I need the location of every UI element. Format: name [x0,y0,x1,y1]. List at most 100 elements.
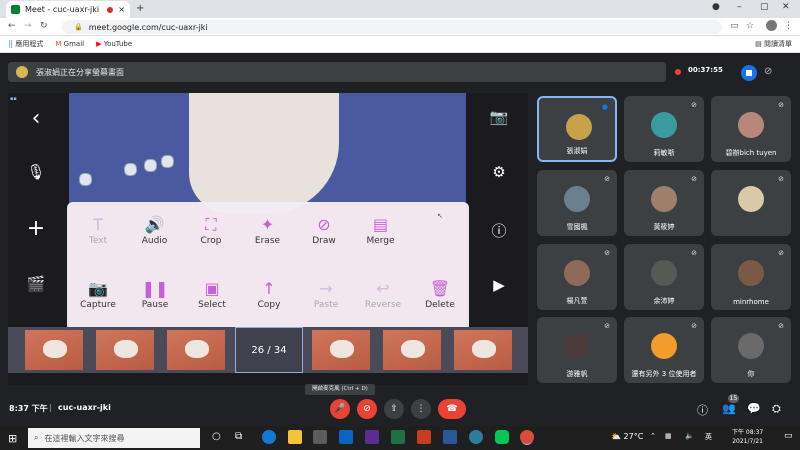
line-icon[interactable] [495,430,509,444]
bookmark-apps[interactable]: ⣿ 應用程式 [8,39,43,49]
chat-icon[interactable]: 💬 [747,402,761,415]
crystal [124,163,137,176]
meeting-clock: 8:37 下午 [9,404,48,413]
reading-list[interactable]: ▤ 閱讀清單 [755,39,792,49]
back-icon[interactable]: ← [8,21,16,31]
mic-muted-icon: ⊘ [604,249,610,257]
weather-widget[interactable]: ⛅ 27°C [611,432,643,441]
stop-presenting-button[interactable] [741,65,757,81]
activities-icon[interactable]: ⛭ [772,402,781,416]
tool-reverse-button[interactable]: ↩ Reverse [355,278,411,310]
mute-presenter-icon[interactable]: ⊘ [764,66,772,77]
new-tab-button[interactable]: + [136,3,144,14]
add-icon[interactable]: + [25,216,47,241]
present-icon: ⇧ [390,404,398,414]
bookmark-youtube[interactable]: ▶ YouTube [96,40,132,48]
participant-tile[interactable]: minrhome ⊘ [711,244,791,310]
camera-icon[interactable]: 📷 [488,108,510,126]
network-icon[interactable]: ▦ [665,432,672,440]
excel-icon[interactable] [391,430,405,444]
profile-dot-icon[interactable]: ● [712,2,720,12]
teams-icon[interactable] [469,430,483,444]
bookmark-star-icon[interactable]: ☆ [746,21,754,31]
cast-icon[interactable]: ▭ [730,21,739,31]
mail-icon[interactable] [339,430,353,444]
tool-erase-button[interactable]: ✦ Erase [240,214,296,246]
edge-icon[interactable] [262,430,276,444]
url-input[interactable]: 🔒 meet.google.com/cuc-uaxr-jki [62,20,722,34]
current-frame[interactable]: 26 / 34 [235,327,303,373]
frame-thumbnail[interactable] [383,330,441,370]
help-icon[interactable]: ⓘ [488,220,510,241]
participant-tile[interactable]: 張淑娟 ● [537,96,617,162]
powerpoint-icon[interactable] [417,430,431,444]
tool-merge-button[interactable]: ▤ Merge [353,214,409,246]
frame-thumbnail[interactable] [167,330,225,370]
volume-icon[interactable]: 🔈 [685,432,694,440]
task-view-icon[interactable]: ⧉ [235,431,242,442]
store-icon[interactable] [313,430,327,444]
menu-kebab-icon[interactable]: ⋮ [784,21,793,31]
cortana-icon[interactable]: ○ [212,431,221,442]
participant-tile[interactable]: 游雅帆 ⊘ [537,317,617,383]
frame-thumbnail[interactable] [25,330,83,370]
tool-label: Capture [80,300,116,310]
profile-avatar[interactable] [766,20,777,31]
tool-select-button[interactable]: ▣ Select [184,278,240,310]
more-vert-icon: ⋮ [416,404,426,414]
ime-icon[interactable]: 英 [705,432,712,442]
participant-tile[interactable]: 還有另外 3 位使用者 ⊘ [624,317,704,383]
participant-tile[interactable]: 楊凡萱 ⊘ [537,244,617,310]
tool-audio-button[interactable]: 🔊 Audio [127,214,183,246]
frame-thumbnail[interactable] [312,330,370,370]
tool-pause-button[interactable]: ❚❚ Pause [127,278,183,310]
tool-delete-button[interactable]: 🗑 Delete [412,278,468,310]
frame-thumbnail[interactable] [454,330,512,370]
participant-tile[interactable]: 莉敏哳 ⊘ [624,96,704,162]
browser-tab[interactable]: Meet - cuc-uaxr-jki × [6,1,130,18]
forward-icon[interactable]: → [24,21,32,31]
participant-tile[interactable]: 你 ⊘ [711,317,791,383]
chrome-icon[interactable] [520,430,534,444]
taskbar-clock[interactable]: 下午 08:37 2021/7/21 [732,428,763,446]
camera-toggle-button[interactable]: ⊘ [357,399,377,419]
file-explorer-icon[interactable] [288,430,302,444]
play-icon[interactable]: ▶ [488,276,510,294]
mic-muted-icon: ⊘ [778,322,784,330]
clapperboard-icon[interactable]: 🎬 [25,275,47,293]
taskbar-search-input[interactable]: ⌕ 在這裡輸入文字來搜尋 [28,428,200,448]
participant-tile[interactable]: 碧辦bich tuyen ⊘ [711,96,791,162]
tool-text-button[interactable]: T Text [70,214,126,246]
tray-chevron-icon[interactable]: ⌃ [650,432,656,440]
participant-tile[interactable]: ⊘ [711,170,791,236]
leave-call-button[interactable]: ☎ [438,399,466,419]
tool-paste-button[interactable]: → Paste [298,278,354,310]
participant-tile[interactable]: 雪國楓 ⊘ [537,170,617,236]
maximize-icon[interactable]: ▢ [760,2,769,12]
participant-tile[interactable]: 余沛婷 ⊘ [624,244,704,310]
mic-toggle-button[interactable]: 🎤 [330,399,350,419]
settings-wheel-icon[interactable]: ⚙ [488,163,510,181]
tool-crop-button[interactable]: ⛶ Crop [183,214,239,246]
participant-tile[interactable]: 黃筱婷 ⊘ [624,170,704,236]
tool-draw-button[interactable]: ⊘ Draw [296,214,352,246]
word-icon[interactable] [443,430,457,444]
notifications-icon[interactable]: ▭ [784,431,793,441]
app-icon[interactable] [365,430,379,444]
tool-capture-button[interactable]: 📷 Capture [70,278,126,310]
tab-close-icon[interactable]: × [118,5,125,14]
bookmark-gmail[interactable]: M Gmail [55,40,84,48]
more-options-button[interactable]: ⋮ [411,399,431,419]
back-arrow-icon[interactable]: ‹ [25,106,47,131]
reload-icon[interactable]: ↻ [40,21,48,31]
microphone-icon[interactable]: 🎙 [25,163,47,181]
meeting-info-icon[interactable]: ⓘ [697,402,708,418]
present-screen-button[interactable]: ⇧ [384,399,404,419]
windows-start-icon[interactable]: ⊞ [8,432,17,445]
people-icon[interactable]: 👥 [722,402,736,415]
close-window-icon[interactable]: ✕ [782,2,790,12]
frame-thumbnail[interactable] [96,330,154,370]
participant-avatar [564,186,590,212]
tool-copy-button[interactable]: ↑ Copy [241,278,297,310]
minimize-icon[interactable]: – [737,2,742,12]
